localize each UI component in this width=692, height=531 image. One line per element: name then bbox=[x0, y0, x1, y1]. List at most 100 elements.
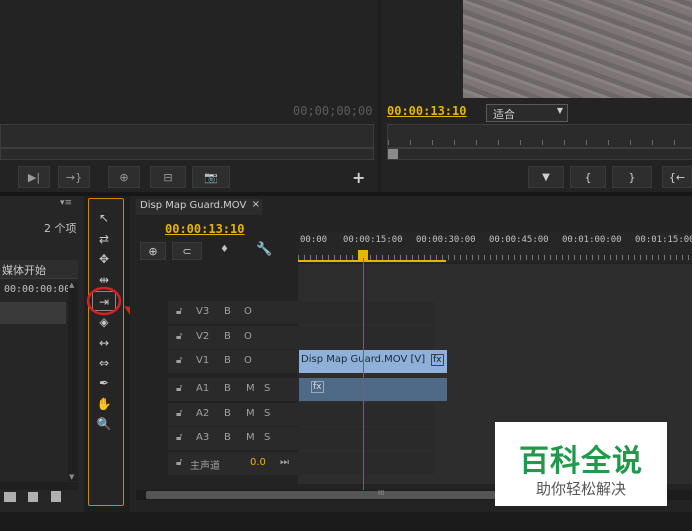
mute-button[interactable]: M bbox=[246, 408, 255, 419]
ruler-tick-label-5: 00:01:15:00 bbox=[635, 235, 692, 245]
program-zoom-bar[interactable] bbox=[387, 148, 692, 160]
source-scrubber[interactable] bbox=[0, 124, 374, 148]
eye-icon[interactable]: O bbox=[244, 355, 252, 366]
timeline-timecode[interactable]: 00:00:13:10 bbox=[165, 222, 244, 236]
eye-icon[interactable]: O bbox=[244, 331, 252, 342]
scroll-grip: III bbox=[378, 489, 385, 497]
annotation-circle bbox=[86, 286, 122, 316]
project-column-header[interactable]: 媒体开始 bbox=[0, 260, 78, 279]
source-timecode[interactable]: 00;00;00;00 bbox=[293, 104, 372, 118]
close-icon[interactable]: × bbox=[252, 199, 260, 210]
track-select-tool-icon[interactable]: ⇄ bbox=[92, 229, 116, 249]
solo-button[interactable]: S bbox=[264, 383, 270, 394]
lock-icon[interactable]: 🔓︎ bbox=[176, 432, 182, 443]
source-insert-button[interactable]: ⊕ bbox=[108, 166, 140, 188]
sync-lock-icon[interactable]: B bbox=[224, 432, 231, 443]
wrench-icon[interactable]: 🔧 bbox=[256, 242, 272, 257]
timeline-tab[interactable]: Disp Map Guard.MOV × bbox=[136, 199, 262, 215]
zoom-tool-icon[interactable]: 🔍 bbox=[92, 414, 116, 434]
source-overwrite-button[interactable]: ⊟ bbox=[150, 166, 186, 188]
source-add-button[interactable]: + bbox=[352, 168, 365, 187]
media-start-label: 媒体开始 bbox=[2, 264, 46, 277]
program-timecode[interactable]: 00:00:13:10 bbox=[387, 104, 466, 118]
solo-button[interactable]: S bbox=[264, 432, 270, 443]
source-mark-out-button[interactable]: →} bbox=[58, 166, 90, 188]
playhead-line bbox=[363, 258, 364, 490]
folder-icon[interactable] bbox=[4, 492, 16, 502]
scroll-down-icon[interactable]: ▼ bbox=[69, 473, 74, 481]
lock-icon[interactable]: 🔓︎ bbox=[176, 408, 182, 419]
mark-out-button[interactable]: } bbox=[612, 166, 652, 188]
linked-selection-button[interactable]: ⊂ bbox=[172, 242, 202, 260]
watermark-subtitle: 助你轻松解决 bbox=[535, 480, 626, 498]
pen-tool-icon[interactable]: ✒ bbox=[92, 373, 116, 393]
track-name-a1: A1 bbox=[196, 383, 210, 394]
status-bar bbox=[0, 512, 692, 531]
track-header-master: 🔓︎ 主声道 0.0 ⏭ bbox=[168, 452, 434, 475]
panel-menu-icon[interactable]: ▾≡ bbox=[60, 198, 72, 208]
source-export-frame-button[interactable]: 📷 bbox=[192, 166, 230, 188]
lock-icon[interactable]: 🔓︎ bbox=[176, 306, 182, 317]
project-item-count: 2 个项 bbox=[44, 222, 77, 235]
lock-icon[interactable]: 🔓︎ bbox=[176, 331, 182, 342]
source-step-forward-button[interactable]: ▶| bbox=[18, 166, 50, 188]
fit-dropdown-value: 适合 bbox=[493, 108, 515, 121]
lock-icon[interactable]: 🔓︎ bbox=[176, 355, 182, 366]
ruler-tick-label-0: 00:00 bbox=[300, 235, 328, 245]
hand-tool-icon[interactable]: ✋ bbox=[92, 394, 116, 414]
mark-in-button[interactable]: { bbox=[570, 166, 606, 188]
project-scrollbar[interactable]: ▲ ▼ bbox=[68, 281, 78, 481]
ruler-tick-label-4: 00:01:00:00 bbox=[562, 235, 622, 245]
track-row-v2[interactable]: 🔓︎ V2 B O bbox=[136, 326, 692, 350]
selection-tool-icon[interactable]: ↖ bbox=[92, 208, 116, 228]
go-to-end-icon[interactable]: ⏭ bbox=[280, 457, 289, 468]
ruler-tick-label-3: 00:00:45:00 bbox=[489, 235, 549, 245]
ruler-tick-label-1: 00:00:15:00 bbox=[343, 235, 403, 245]
add-marker-icon[interactable]: ♦ bbox=[220, 244, 229, 255]
track-row-v3[interactable]: 🔓︎ V3 B O bbox=[136, 301, 692, 325]
lock-icon[interactable]: 🔓︎ bbox=[176, 383, 182, 394]
fx-badge-audio: fx bbox=[311, 381, 324, 393]
sync-lock-icon[interactable]: B bbox=[224, 355, 231, 366]
video-clip[interactable]: Disp Map Guard.MOV [V] fx bbox=[299, 350, 447, 373]
mute-button[interactable]: M bbox=[246, 432, 255, 443]
project-row-media-start: 00:00:00:00 bbox=[4, 284, 71, 295]
track-header-a3: 🔓︎ A3 B M S bbox=[168, 427, 434, 450]
program-video-frame bbox=[463, 0, 692, 98]
source-zoom-bar[interactable] bbox=[0, 148, 374, 160]
track-name-v3: V3 bbox=[196, 306, 210, 317]
sync-lock-icon[interactable]: B bbox=[224, 408, 231, 419]
master-volume-value[interactable]: 0.0 bbox=[250, 457, 266, 468]
program-scrubber[interactable] bbox=[387, 124, 692, 148]
lock-icon[interactable]: 🔓︎ bbox=[176, 457, 182, 468]
go-to-in-button[interactable]: {← bbox=[662, 166, 692, 188]
project-row-selected[interactable] bbox=[0, 302, 66, 324]
trash-icon[interactable] bbox=[51, 491, 61, 502]
work-area-bar[interactable] bbox=[298, 260, 446, 262]
track-name-a3: A3 bbox=[196, 432, 210, 443]
sync-lock-icon[interactable]: B bbox=[224, 306, 231, 317]
timeline-tab-label: Disp Map Guard.MOV bbox=[140, 200, 247, 211]
eye-icon[interactable]: O bbox=[244, 306, 252, 317]
fit-dropdown[interactable]: 适合 ▼ bbox=[486, 104, 568, 122]
track-header-v3: 🔓︎ V3 B O bbox=[168, 301, 434, 324]
scroll-up-icon[interactable]: ▲ bbox=[69, 281, 74, 289]
mute-button[interactable]: M bbox=[246, 383, 255, 394]
program-zoom-handle[interactable] bbox=[388, 149, 398, 159]
add-marker-button[interactable]: ▼ bbox=[528, 166, 564, 188]
project-hscroll[interactable] bbox=[0, 482, 78, 490]
snap-button[interactable]: ⊕ bbox=[140, 242, 166, 260]
new-item-icon[interactable] bbox=[28, 492, 38, 502]
solo-button[interactable]: S bbox=[264, 408, 270, 419]
fx-badge-video: fx bbox=[431, 354, 444, 366]
sync-lock-icon[interactable]: B bbox=[224, 383, 231, 394]
track-header-v2: 🔓︎ V2 B O bbox=[168, 326, 434, 349]
slide-tool-icon[interactable]: ⇔ bbox=[92, 353, 116, 373]
audio-clip[interactable]: fx bbox=[299, 378, 447, 401]
sync-lock-icon[interactable]: B bbox=[224, 331, 231, 342]
project-row[interactable]: 00:00:00:00 bbox=[0, 281, 70, 299]
source-monitor bbox=[0, 0, 378, 192]
ruler-tick-label-2: 00:00:30:00 bbox=[416, 235, 476, 245]
master-track-name: 主声道 bbox=[190, 461, 220, 472]
ripple-edit-tool-icon[interactable]: ✥ bbox=[92, 249, 116, 269]
